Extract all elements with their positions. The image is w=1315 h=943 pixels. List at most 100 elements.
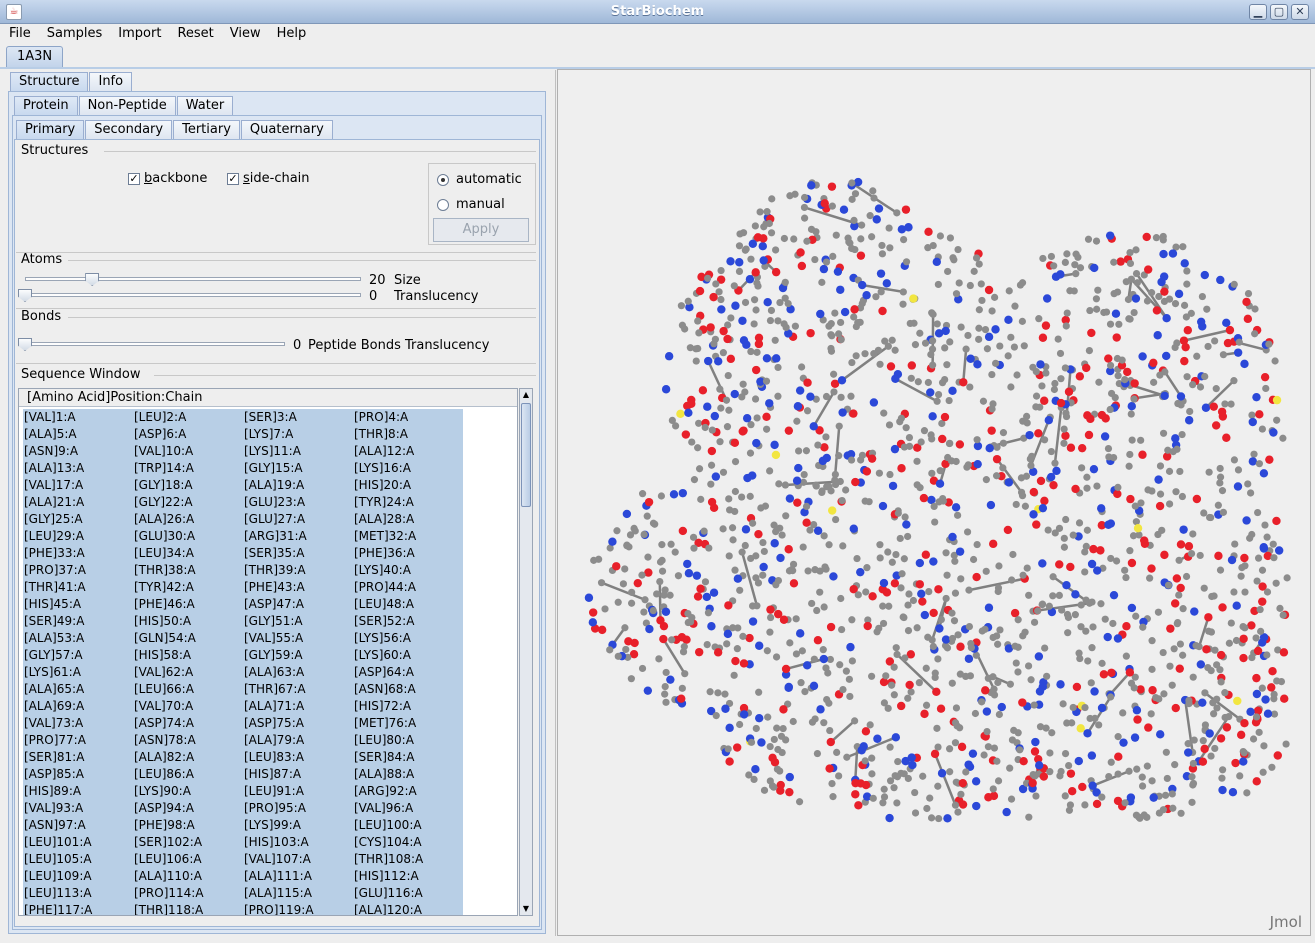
sequence-cell[interactable]: [THR]41:A xyxy=(23,579,133,596)
sequence-cell[interactable]: [SER]81:A xyxy=(23,749,133,766)
sequence-cell[interactable]: [MET]32:A xyxy=(353,528,463,545)
sequence-cell[interactable]: [ALA]115:A xyxy=(243,885,353,902)
sequence-cell[interactable]: [VAL]17:A xyxy=(23,477,133,494)
tab-secondary[interactable]: Secondary xyxy=(85,120,173,140)
sequence-cell[interactable]: [HIS]50:A xyxy=(133,613,243,630)
sequence-cell[interactable]: [PRO]77:A xyxy=(23,732,133,749)
tab-water[interactable]: Water xyxy=(176,96,234,116)
sequence-cell[interactable]: [LEU]109:A xyxy=(23,868,133,885)
split-pane-divider[interactable] xyxy=(548,70,556,936)
sequence-cell[interactable]: [PHE]33:A xyxy=(23,545,133,562)
sequence-cell[interactable]: [VAL]73:A xyxy=(23,715,133,732)
sequence-table[interactable]: [Amino Acid]Position:Chain [VAL]1:A [LEU]… xyxy=(18,388,518,916)
sequence-cell[interactable]: [VAL]107:A xyxy=(243,851,353,868)
sequence-cell[interactable]: [LEU]101:A xyxy=(23,834,133,851)
sequence-cell[interactable]: [ALA]28:A xyxy=(353,511,463,528)
sequence-cell[interactable]: [ASN]97:A xyxy=(23,817,133,834)
peptide-bond-slider[interactable] xyxy=(25,342,285,346)
sequence-cell[interactable]: [HIS]58:A xyxy=(133,647,243,664)
sequence-cell[interactable]: [LYS]56:A xyxy=(353,630,463,647)
sequence-cell[interactable]: [LYS]61:A xyxy=(23,664,133,681)
sequence-cell[interactable]: [SER]49:A xyxy=(23,613,133,630)
tab-non-peptide[interactable]: Non-Peptide xyxy=(78,96,176,116)
sequence-cell[interactable]: [LEU]105:A xyxy=(23,851,133,868)
sequence-cell[interactable]: [HIS]89:A xyxy=(23,783,133,800)
sequence-cell[interactable]: [GLY]18:A xyxy=(133,477,243,494)
minimize-button[interactable]: ▁ xyxy=(1249,4,1267,20)
sequence-cell[interactable]: [LEU]29:A xyxy=(23,528,133,545)
sequence-cell[interactable]: [PRO]114:A xyxy=(133,885,243,902)
sequence-cell[interactable]: [PHE]117:A xyxy=(23,902,133,915)
sequence-cell[interactable]: [ASP]75:A xyxy=(243,715,353,732)
jmol-viewer[interactable]: Jmol xyxy=(557,69,1311,936)
sequence-cell[interactable]: [SER]3:A xyxy=(243,409,353,426)
sequence-cell[interactable]: [THR]118:A xyxy=(133,902,243,915)
sequence-cell[interactable]: [ALA]13:A xyxy=(23,460,133,477)
sequence-cell[interactable]: [LEU]66:A xyxy=(133,681,243,698)
sequence-cell[interactable]: [PHE]36:A xyxy=(353,545,463,562)
sequence-cell[interactable]: [THR]38:A xyxy=(133,562,243,579)
sequence-cell[interactable]: [ALA]120:A xyxy=(353,902,463,915)
menu-file[interactable]: File xyxy=(0,24,38,44)
sequence-cell[interactable]: [ARG]31:A xyxy=(243,528,353,545)
sequence-cell[interactable]: [ALA]26:A xyxy=(133,511,243,528)
sequence-cell[interactable]: [ALA]12:A xyxy=(353,443,463,460)
sequence-cell[interactable]: [TYR]24:A xyxy=(353,494,463,511)
backbone-checkbox[interactable]: ✓ backbone xyxy=(128,171,207,186)
sequence-cell[interactable]: [GLY]57:A xyxy=(23,647,133,664)
sequence-cell[interactable]: [SER]84:A xyxy=(353,749,463,766)
sequence-cell[interactable]: [PRO]95:A xyxy=(243,800,353,817)
sequence-cell[interactable]: [LYS]11:A xyxy=(243,443,353,460)
scrollbar-thumb[interactable] xyxy=(521,403,531,507)
sequence-cell[interactable]: [TYR]42:A xyxy=(133,579,243,596)
sequence-cell[interactable]: [ALA]65:A xyxy=(23,681,133,698)
close-button[interactable]: ✕ xyxy=(1291,4,1309,20)
sequence-cell[interactable]: [PHE]43:A xyxy=(243,579,353,596)
sequence-cell[interactable]: [ALA]69:A xyxy=(23,698,133,715)
sequence-cell[interactable]: [ALA]79:A xyxy=(243,732,353,749)
tab-primary[interactable]: Primary xyxy=(16,120,85,140)
sequence-cell[interactable]: [ASP]74:A xyxy=(133,715,243,732)
sequence-cell[interactable]: [PRO]119:A xyxy=(243,902,353,915)
sequence-cell[interactable]: [VAL]70:A xyxy=(133,698,243,715)
sequence-cell[interactable]: [LEU]34:A xyxy=(133,545,243,562)
sequence-cell[interactable]: [LYS]90:A xyxy=(133,783,243,800)
automatic-radio[interactable]: automatic xyxy=(437,172,522,187)
sequence-cell[interactable]: [LYS]40:A xyxy=(353,562,463,579)
tab-structure[interactable]: Structure xyxy=(10,72,89,92)
sequence-cell[interactable]: [ALA]63:A xyxy=(243,664,353,681)
sequence-cell[interactable]: [ALA]71:A xyxy=(243,698,353,715)
sequence-cell[interactable]: [ALA]53:A xyxy=(23,630,133,647)
sequence-cell[interactable]: [PRO]37:A xyxy=(23,562,133,579)
sequence-cell[interactable]: [LEU]100:A xyxy=(353,817,463,834)
sequence-cell[interactable]: [LYS]60:A xyxy=(353,647,463,664)
sequence-cell[interactable]: [ALA]88:A xyxy=(353,766,463,783)
sequence-cell[interactable]: [GLY]51:A xyxy=(243,613,353,630)
sequence-cell[interactable]: [ASN]78:A xyxy=(133,732,243,749)
atom-translucency-slider[interactable] xyxy=(25,293,361,297)
sequence-cell[interactable]: [LYS]16:A xyxy=(353,460,463,477)
sequence-cell[interactable]: [GLU]30:A xyxy=(133,528,243,545)
sequence-cell[interactable]: [ALA]111:A xyxy=(243,868,353,885)
protein-molecule-render[interactable] xyxy=(558,70,1311,936)
sequence-cell[interactable]: [THR]8:A xyxy=(353,426,463,443)
menu-view[interactable]: View xyxy=(221,24,268,44)
sequence-cell[interactable]: [GLY]25:A xyxy=(23,511,133,528)
sequence-cell[interactable]: [HIS]87:A xyxy=(243,766,353,783)
sequence-cell[interactable]: [GLY]15:A xyxy=(243,460,353,477)
sequence-cell[interactable]: [ALA]5:A xyxy=(23,426,133,443)
sequence-cell[interactable]: [GLU]23:A xyxy=(243,494,353,511)
sequence-cell[interactable]: [PHE]98:A xyxy=(133,817,243,834)
sequence-cell[interactable]: [PRO]4:A xyxy=(353,409,463,426)
tab-info[interactable]: Info xyxy=(89,72,133,92)
sequence-cell[interactable]: [HIS]20:A xyxy=(353,477,463,494)
sequence-cell[interactable]: [THR]108:A xyxy=(353,851,463,868)
tab-quaternary[interactable]: Quaternary xyxy=(240,120,333,140)
sequence-cell[interactable]: [VAL]55:A xyxy=(243,630,353,647)
sequence-cell[interactable]: [MET]76:A xyxy=(353,715,463,732)
sequence-cell[interactable]: [VAL]96:A xyxy=(353,800,463,817)
sequence-cell[interactable]: [VAL]93:A xyxy=(23,800,133,817)
sequence-cell[interactable]: [PHE]46:A xyxy=(133,596,243,613)
sequence-cell[interactable]: [ASP]94:A xyxy=(133,800,243,817)
sequence-cell[interactable]: [GLU]116:A xyxy=(353,885,463,902)
